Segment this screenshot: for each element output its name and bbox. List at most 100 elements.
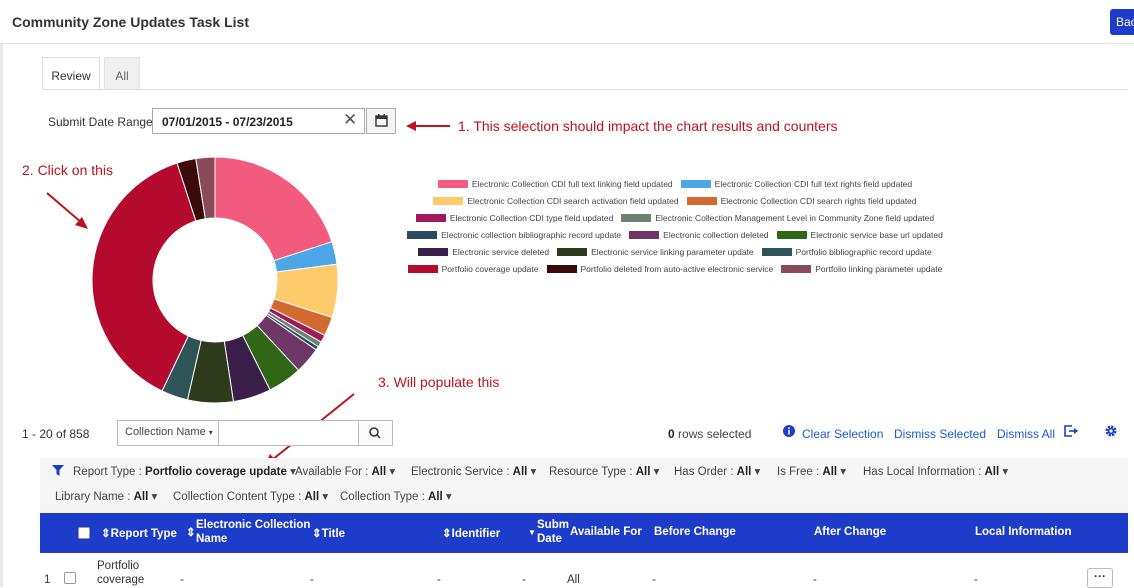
filter-is-free[interactable]: Is Free : All ▾ xyxy=(777,464,846,478)
tab-divider xyxy=(42,89,1128,90)
dismiss-selected-link[interactable]: Dismiss Selected xyxy=(894,427,986,441)
filter-collection-type[interactable]: Collection Type : All ▾ xyxy=(340,489,452,503)
legend-item[interactable]: Electronic Collection CDI search rights … xyxy=(686,195,917,206)
legend-label: Electronic Collection CDI full text righ… xyxy=(714,178,913,189)
filter-available-for[interactable]: Available For : All ▾ xyxy=(295,464,395,478)
search-button[interactable] xyxy=(358,421,392,445)
search-field-label: Collection Name xyxy=(125,426,206,438)
legend-item[interactable]: Electronic service base url updated xyxy=(776,230,943,240)
table-header: ⇕Report Type ⇕ Electronic Collection Nam… xyxy=(40,513,1128,553)
legend-item[interactable]: Portfolio deleted from auto-active elect… xyxy=(546,263,774,274)
annotation-3: 3. Will populate this xyxy=(378,374,500,390)
legend-item[interactable]: Portfolio coverage update xyxy=(407,263,539,274)
table-row[interactable]: 1 Portfolio coverage - - - - All - - - xyxy=(40,553,1128,587)
legend-label: Portfolio bibliographic record update xyxy=(795,246,932,257)
legend-swatch xyxy=(546,264,577,273)
column-label: Electronic Collection xyxy=(196,519,311,531)
column-header-submitted-date[interactable]: ▼ Subm Date xyxy=(528,518,569,546)
filter-resource-type[interactable]: Resource Type : All ▾ xyxy=(549,464,659,478)
legend-row: Electronic Collection CDI full text link… xyxy=(380,175,970,192)
back-button[interactable]: Bac xyxy=(1110,9,1134,35)
tab-all[interactable]: All xyxy=(104,57,140,90)
legend-swatch xyxy=(686,196,717,205)
column-header-after-change[interactable]: After Change xyxy=(814,526,886,538)
legend-label: Electronic Collection CDI type field upd… xyxy=(449,212,614,223)
legend-item[interactable]: Electronic Collection CDI search activat… xyxy=(433,196,679,206)
column-header-local-information[interactable]: Local Information xyxy=(975,526,1071,538)
legend-swatch xyxy=(621,213,652,222)
column-label: Report Type xyxy=(110,528,177,540)
legend-item[interactable]: Electronic service linking parameter upd… xyxy=(557,247,754,257)
annotation-arrow-1 xyxy=(406,121,450,131)
filter-name: Electronic Service xyxy=(411,466,504,478)
legend-swatch xyxy=(776,230,807,239)
filter-has-order[interactable]: Has Order : All ▾ xyxy=(674,464,760,478)
filter-value: All xyxy=(635,466,651,478)
caret-down-icon: ▾ xyxy=(151,491,158,503)
results-counter: 1 - 20 of 858 xyxy=(22,427,90,441)
legend-item[interactable]: Electronic Collection Management Level i… xyxy=(621,213,934,223)
donut-chart[interactable] xyxy=(85,150,345,410)
caret-down-icon: ▾ xyxy=(445,491,452,503)
filter-bar: Report Type : Portfolio coverage update … xyxy=(40,458,1128,513)
legend-row: Electronic collection bibliographic reco… xyxy=(380,226,970,243)
legend-label: Portfolio coverage update xyxy=(441,263,539,274)
filter-report-type[interactable]: Report Type : Portfolio coverage update … xyxy=(73,464,296,478)
column-header-title[interactable]: ⇕Title xyxy=(312,526,345,540)
legend-item[interactable]: Electronic collection bibliographic reco… xyxy=(407,230,621,240)
legend-swatch xyxy=(680,179,711,188)
column-label: Title xyxy=(321,528,346,540)
legend-item[interactable]: Portfolio linking parameter update xyxy=(781,264,942,274)
clear-date-icon[interactable]: ✕ xyxy=(343,110,357,130)
filter-has-local-information[interactable]: Has Local Information : All ▾ xyxy=(863,464,1008,478)
legend-item[interactable]: Electronic collection deleted xyxy=(629,230,769,240)
tab-review[interactable]: Review xyxy=(42,57,100,90)
column-header-before-change[interactable]: Before Change xyxy=(654,526,736,538)
rows-selected-status: 0 rows selected xyxy=(668,427,751,441)
chart-legend: Electronic Collection CDI full text link… xyxy=(380,175,970,277)
column-header-available-for[interactable]: Available For xyxy=(570,526,642,538)
row-identifier: - xyxy=(437,574,441,586)
donut-slice-0[interactable] xyxy=(214,156,333,262)
filter-value: All xyxy=(428,491,443,503)
search-field-dropdown[interactable]: Collection Name ▾ xyxy=(118,421,219,445)
legend-item[interactable]: Electronic Collection CDI full text link… xyxy=(437,178,673,189)
gear-icon[interactable] xyxy=(1104,424,1118,438)
row-actions-button[interactable]: ··· xyxy=(1087,568,1113,588)
filter-electronic-service[interactable]: Electronic Service : All ▾ xyxy=(411,464,536,478)
legend-swatch xyxy=(557,247,588,256)
sort-icon: ⇕ xyxy=(442,528,452,540)
legend-item[interactable]: Portfolio bibliographic record update xyxy=(761,246,932,257)
row-submitted-date: - xyxy=(522,574,526,586)
filter-name: Report Type xyxy=(73,466,136,478)
clear-selection-link[interactable]: Clear Selection xyxy=(802,427,883,441)
sort-icon: ⇕ xyxy=(312,528,322,540)
row-checkbox[interactable] xyxy=(64,572,76,584)
legend-label: Electronic Collection CDI search rights … xyxy=(720,195,917,206)
column-header-collection-name[interactable]: ⇕ Electronic Collection Name xyxy=(186,518,310,546)
legend-label: Portfolio deleted from auto-active elect… xyxy=(580,263,774,274)
legend-label: Electronic service deleted xyxy=(452,246,550,257)
legend-row: Electronic service deleted Electronic ser… xyxy=(380,243,970,260)
legend-item[interactable]: Electronic service deleted xyxy=(418,247,549,257)
export-icon[interactable] xyxy=(1063,424,1079,438)
row-report-type: Portfolio coverage xyxy=(97,559,144,587)
filter-library-name[interactable]: Library Name : All ▾ xyxy=(55,489,157,503)
legend-label: Electronic Collection CDI full text link… xyxy=(471,178,673,189)
column-header-identifier[interactable]: ⇕Identifier xyxy=(442,526,500,540)
search-input[interactable] xyxy=(221,423,351,443)
calendar-button[interactable] xyxy=(366,108,396,134)
dismiss-all-link[interactable]: Dismiss All xyxy=(997,427,1055,441)
filter-value: All xyxy=(512,466,528,478)
legend-item[interactable]: Electronic Collection CDI type field upd… xyxy=(415,212,614,223)
select-all-checkbox[interactable] xyxy=(78,527,90,539)
legend-swatch xyxy=(418,247,449,256)
filter-name: Has Order xyxy=(674,466,728,478)
sort-icon: ⇕ xyxy=(101,528,111,540)
filter-value: All xyxy=(371,466,387,478)
column-header-report-type[interactable]: ⇕Report Type xyxy=(101,526,177,540)
filter-collection-content-type[interactable]: Collection Content Type : All ▾ xyxy=(173,489,328,503)
legend-item[interactable]: Electronic Collection CDI full text righ… xyxy=(680,178,913,189)
filter-value: Portfolio coverage update xyxy=(145,466,287,478)
date-range-input[interactable]: 07/01/2015 - 07/23/2015 xyxy=(152,108,365,134)
